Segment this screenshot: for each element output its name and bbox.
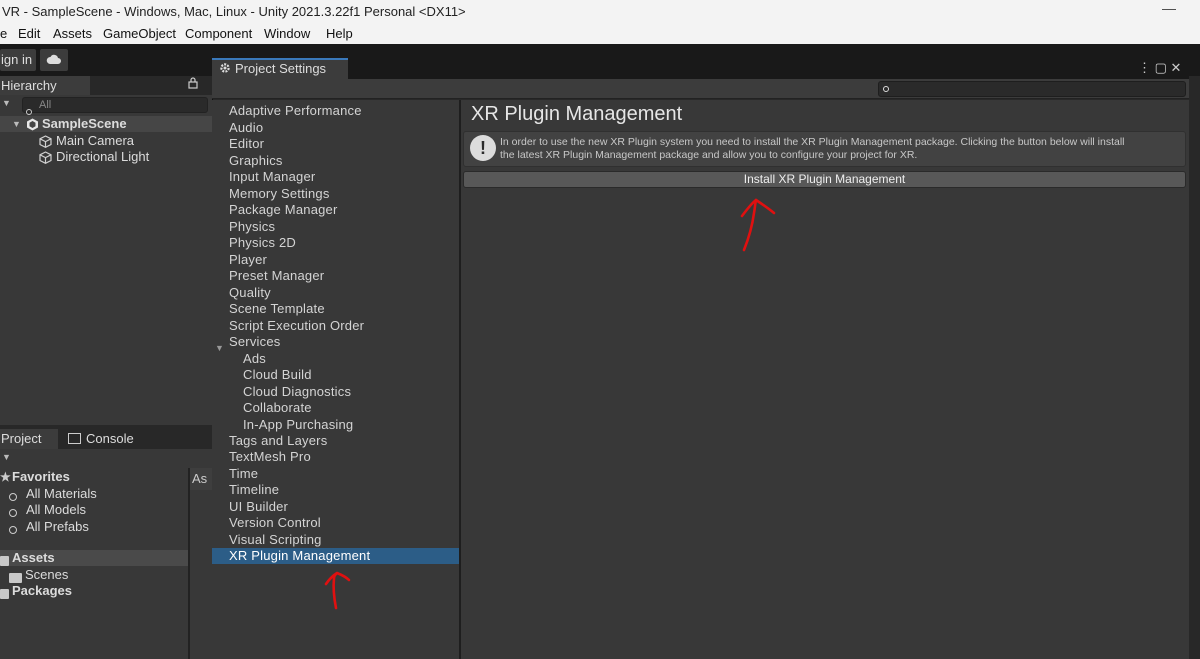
signin-button[interactable]: ign in — [0, 49, 36, 71]
tab-console-label: Console — [86, 431, 134, 446]
search-icon — [9, 521, 21, 537]
nav-version-control[interactable]: Version Control — [212, 515, 459, 531]
favorites-header[interactable]: ★ Favorites — [0, 469, 188, 485]
nav-textmesh-pro[interactable]: TextMesh Pro — [212, 449, 459, 465]
nav-cloud-diagnostics[interactable]: Cloud Diagnostics — [212, 384, 459, 400]
nav-in-app-purchasing[interactable]: In-App Purchasing — [212, 417, 459, 433]
nav-ui-builder[interactable]: UI Builder — [212, 499, 459, 515]
active-tab-indicator — [212, 58, 348, 60]
favorite-item[interactable]: All Models — [0, 502, 188, 518]
tab-project-settings-label: Project Settings — [235, 61, 327, 76]
tab-project[interactable]: Project — [0, 429, 58, 449]
dropdown-arrow-icon[interactable]: ▼ — [2, 98, 11, 108]
nav-graphics[interactable]: Graphics — [212, 153, 459, 169]
search-icon — [9, 504, 21, 520]
nav-adaptive-performance[interactable]: Adaptive Performance — [212, 103, 459, 119]
favorite-item[interactable]: All Prefabs — [0, 519, 188, 535]
nav-ads[interactable]: Ads — [212, 351, 459, 367]
nav-script-execution-order[interactable]: Script Execution Order — [212, 318, 459, 334]
favorite-label: All Prefabs — [26, 519, 89, 534]
star-icon: ★ — [0, 470, 11, 484]
assets-folder-row[interactable]: Assets — [0, 550, 188, 566]
info-line-2: the latest XR Plugin Management package … — [500, 149, 918, 161]
minimize-button[interactable]: — — [1162, 0, 1176, 24]
folder-label: Scenes — [25, 567, 69, 582]
nav-time[interactable]: Time — [212, 466, 459, 482]
warning-icon: ! — [470, 135, 496, 161]
assets-label: Assets — [12, 550, 55, 565]
tab-console[interactable]: Console — [62, 429, 152, 449]
menu-edit[interactable]: Edit — [18, 24, 40, 44]
tab-project-settings[interactable]: Project Settings — [212, 58, 348, 80]
project-breadcrumb: As — [190, 468, 212, 490]
nav-timeline[interactable]: Timeline — [212, 482, 459, 498]
right-edge-panel — [1189, 76, 1200, 659]
menu-assets[interactable]: Assets — [53, 24, 92, 44]
nav-quality[interactable]: Quality — [212, 285, 459, 301]
window-controls[interactable]: ⋮ ▢ ✕ — [1138, 58, 1188, 78]
menu-component[interactable]: Component — [185, 24, 252, 44]
hierarchy-search-input[interactable]: All — [22, 97, 208, 113]
nav-editor[interactable]: Editor — [212, 136, 459, 152]
menu-bar: e Edit Assets GameObject Component Windo… — [0, 24, 1200, 44]
nav-tags-and-layers[interactable]: Tags and Layers — [212, 433, 459, 449]
nav-physics-2d[interactable]: Physics 2D — [212, 235, 459, 251]
nav-services[interactable]: Services — [212, 334, 459, 350]
nav-package-manager[interactable]: Package Manager — [212, 202, 459, 218]
hierarchy-item-main-camera[interactable]: Main Camera — [0, 133, 212, 149]
nav-collaborate[interactable]: Collaborate — [212, 400, 459, 416]
hierarchy-item-label: Directional Light — [56, 149, 150, 164]
create-dropdown-icon[interactable]: ▼ — [2, 452, 11, 462]
panel-divider[interactable] — [188, 468, 190, 659]
nav-visual-scripting[interactable]: Visual Scripting — [212, 532, 459, 548]
favorite-label: All Materials — [26, 486, 97, 501]
favorites-label: Favorites — [12, 469, 70, 484]
project-settings-tabbar — [212, 57, 1189, 79]
nav-physics[interactable]: Physics — [212, 219, 459, 235]
nav-memory-settings[interactable]: Memory Settings — [212, 186, 459, 202]
favorite-label: All Models — [26, 502, 86, 517]
gear-icon — [219, 59, 231, 73]
info-line-1: In order to use the new XR Plugin system… — [500, 136, 1125, 148]
nav-scene-template[interactable]: Scene Template — [212, 301, 459, 317]
info-message: In order to use the new XR Plugin system… — [500, 136, 1180, 164]
packages-label: Packages — [12, 583, 72, 598]
tab-hierarchy[interactable]: Hierarchy — [0, 76, 90, 95]
install-xr-plugin-button[interactable]: Install XR Plugin Management — [463, 171, 1186, 188]
cloud-icon[interactable] — [40, 49, 68, 71]
settings-search-input[interactable] — [878, 81, 1186, 97]
packages-folder-row[interactable]: Packages — [0, 583, 188, 599]
page-title: XR Plugin Management — [471, 103, 683, 125]
menu-gameobject[interactable]: GameObject — [103, 24, 176, 44]
hierarchy-item-directional-light[interactable]: Directional Light — [0, 149, 212, 165]
hierarchy-item-label: Main Camera — [56, 133, 135, 148]
scenes-folder-row[interactable]: Scenes — [0, 567, 188, 583]
nav-audio[interactable]: Audio — [212, 120, 459, 136]
hierarchy-scene-row[interactable]: ▼ SampleScene — [0, 116, 212, 132]
expand-arrow-icon[interactable]: ▼ — [12, 116, 21, 132]
lock-icon[interactable] — [188, 77, 200, 93]
search-icon — [883, 83, 893, 94]
menu-file-partial[interactable]: e — [0, 24, 7, 44]
menu-help[interactable]: Help — [326, 24, 353, 44]
gameobject-cube-icon — [39, 151, 52, 168]
favorite-item[interactable]: All Materials — [0, 486, 188, 502]
console-icon — [68, 433, 81, 444]
menu-window[interactable]: Window — [264, 24, 310, 44]
nav-preset-manager[interactable]: Preset Manager — [212, 268, 459, 284]
window-title: VR - SampleScene - Windows, Mac, Linux -… — [0, 0, 1200, 24]
nav-xr-plugin-management[interactable]: XR Plugin Management — [212, 548, 459, 564]
nav-player[interactable]: Player — [212, 252, 459, 268]
scene-name: SampleScene — [42, 116, 127, 131]
nav-input-manager[interactable]: Input Manager — [212, 169, 459, 185]
nav-cloud-build[interactable]: Cloud Build — [212, 367, 459, 383]
